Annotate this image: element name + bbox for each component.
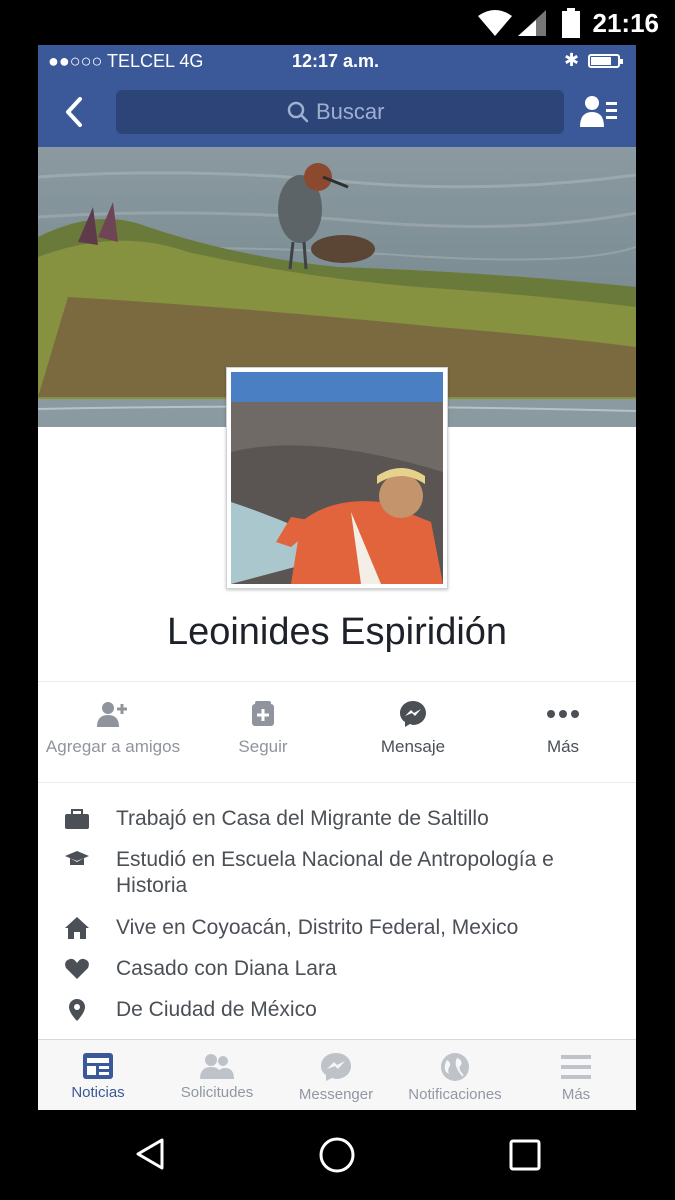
tab-notifications[interactable]: Notificaciones: [395, 1040, 515, 1110]
home-icon: [65, 917, 89, 939]
profile-name: Leoinides Espiridión: [166, 611, 508, 653]
cell-signal-icon: [518, 10, 546, 36]
info-education-text: Estudió en Escuela Nacional de Antropolo…: [116, 848, 554, 897]
ios-status-bar: ●●○○○ TELCEL 4G 12:17 a.m. ✱: [38, 45, 636, 77]
tab-messenger[interactable]: Messenger: [276, 1040, 396, 1110]
info-row-work[interactable]: Trabajó en Casa del Migrante de Saltillo: [38, 799, 636, 840]
more-label: Más: [546, 737, 580, 756]
android-status-bar: 21:16: [0, 0, 675, 45]
follow-label: Seguir: [238, 737, 288, 756]
friend-requests-icon: [200, 1054, 234, 1079]
avatar: [231, 372, 443, 584]
info-work-text: Trabajó en Casa del Migrante de Saltillo: [116, 807, 489, 830]
messenger-icon: [400, 701, 426, 727]
profile-intro: Trabajó en Casa del Migrante de Saltillo…: [38, 799, 636, 1031]
bluetooth-icon: ✱: [564, 50, 580, 70]
follow-icon: [252, 701, 274, 726]
tab-more[interactable]: Más: [516, 1040, 636, 1110]
friends-list-icon[interactable]: [578, 93, 618, 129]
tab-notifications-label: Notificaciones: [408, 1086, 502, 1103]
tab-friend-requests-label: Solicitudes: [180, 1084, 254, 1101]
nav-back-icon: [136, 1138, 164, 1170]
message-button[interactable]: Mensaje: [338, 682, 488, 782]
facebook-app-screen: ●●○○○ TELCEL 4G 12:17 a.m. ✱ Buscar Leoi…: [38, 45, 636, 1110]
info-hometown-text: De Ciudad de México: [116, 998, 317, 1021]
android-navigation-bar: [0, 1110, 675, 1200]
briefcase-icon: [65, 809, 89, 829]
ios-clock: 12:17 a.m.: [292, 51, 380, 71]
add-friend-icon: [97, 702, 127, 727]
info-row-hometown[interactable]: De Ciudad de México: [38, 990, 636, 1031]
messenger-tab-icon: [321, 1053, 351, 1081]
info-lives-in-text: Vive en Coyoacán, Distrito Federal, Mexi…: [116, 916, 519, 939]
top-navigation-bar: Buscar: [38, 77, 636, 147]
message-label: Mensaje: [380, 737, 446, 756]
add-friend-label: Agregar a amigos: [45, 737, 181, 756]
tab-news-feed-label: Noticias: [71, 1084, 125, 1101]
android-clock: 21:16: [592, 8, 660, 38]
heart-icon: [65, 958, 89, 979]
back-chevron-icon[interactable]: [60, 95, 90, 129]
ios-battery-icon: [588, 54, 623, 68]
follow-button[interactable]: Seguir: [188, 682, 338, 782]
tab-news-feed[interactable]: Noticias: [38, 1040, 158, 1110]
graduation-cap-icon: [65, 851, 89, 865]
nav-recents-button[interactable]: [508, 1138, 542, 1177]
info-row-relationship[interactable]: Casado con Diana Lara: [38, 949, 636, 990]
nav-home-button[interactable]: [318, 1136, 356, 1179]
search-icon: [287, 101, 309, 123]
info-row-lives-in[interactable]: Vive en Coyoacán, Distrito Federal, Mexi…: [38, 908, 636, 949]
profile-actions: Agregar a amigos Seguir Mensaje Más: [38, 681, 636, 783]
news-feed-icon: [83, 1053, 113, 1079]
wifi-icon: [478, 10, 512, 36]
tab-more-label: Más: [561, 1086, 591, 1103]
info-row-education[interactable]: Estudió en Escuela Nacional de Antropolo…: [38, 840, 636, 908]
nav-recents-icon: [509, 1139, 541, 1171]
globe-icon: [441, 1053, 469, 1081]
nav-back-button[interactable]: [132, 1136, 168, 1177]
nav-home-icon: [319, 1137, 355, 1173]
more-button[interactable]: Más: [488, 682, 636, 782]
profile-picture[interactable]: [226, 367, 448, 589]
tab-friend-requests[interactable]: Solicitudes: [157, 1040, 277, 1110]
info-relationship-text: Casado con Diana Lara: [116, 957, 337, 980]
bottom-tab-bar: Noticias Solicitudes Messenger Notificac…: [38, 1039, 636, 1110]
more-icon: [547, 710, 579, 718]
search-placeholder: Buscar: [316, 99, 385, 124]
carrier-label: ●●○○○ TELCEL 4G: [48, 51, 204, 71]
tab-messenger-label: Messenger: [298, 1086, 374, 1103]
add-friend-button[interactable]: Agregar a amigos: [38, 682, 188, 782]
location-pin-icon: [69, 999, 85, 1021]
battery-icon: [562, 8, 580, 38]
menu-icon: [561, 1055, 591, 1079]
search-input[interactable]: Buscar: [116, 90, 564, 134]
